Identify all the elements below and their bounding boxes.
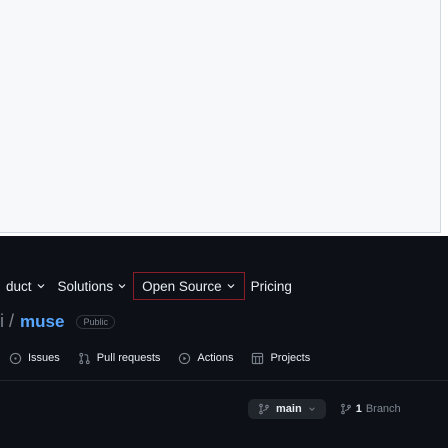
pull-request-icon <box>79 352 90 364</box>
tabs-divider <box>0 380 448 381</box>
branch-icon <box>340 403 351 415</box>
tab-actions-label: Actions <box>197 352 234 364</box>
tab-issues-label: Issues <box>28 352 60 364</box>
tab-pull-requests[interactable]: Pull requests <box>69 352 170 365</box>
actions-icon <box>179 352 191 364</box>
top-blank-panel <box>0 0 441 233</box>
repo-owner-separator: i / <box>0 311 15 331</box>
chevron-down-icon <box>308 407 315 411</box>
repo-name-link[interactable]: muse <box>20 312 64 332</box>
branch-count-value: 1 <box>355 403 362 415</box>
branch-bar: main 1 Branch <box>248 399 401 419</box>
branch-select-button[interactable]: main <box>248 399 326 419</box>
chevron-down-icon <box>118 284 126 289</box>
nav-pricing-label: Pricing <box>250 278 292 294</box>
top-blank-area <box>0 0 448 236</box>
header-nav: duct Solutions Open Source Pricing <box>0 272 298 300</box>
nav-product-label: duct <box>6 278 32 294</box>
repo-header: i / muse Public <box>0 311 115 332</box>
nav-solutions-label: Solutions <box>57 278 114 294</box>
branch-count-label: Branch <box>365 403 401 415</box>
nav-open-source-label: Open Source <box>142 278 222 294</box>
nav-solutions[interactable]: Solutions <box>52 279 134 294</box>
chevron-down-icon <box>227 284 235 289</box>
tab-projects-label: Projects <box>270 352 311 364</box>
nav-product[interactable]: duct <box>0 279 52 294</box>
issue-icon <box>9 352 22 364</box>
tab-projects[interactable]: Projects <box>242 352 319 365</box>
branch-icon <box>259 403 269 415</box>
visibility-badge: Public <box>76 314 115 329</box>
tab-pull-requests-label: Pull requests <box>96 352 161 364</box>
projects-icon <box>252 352 264 364</box>
chevron-down-icon <box>37 284 44 289</box>
tab-actions[interactable]: Actions <box>169 352 242 365</box>
repo-tabs: Issues Pull requests Actions Projects <box>0 344 448 372</box>
nav-open-source[interactable]: Open Source <box>133 272 245 300</box>
branch-count-link[interactable]: 1 Branch <box>340 403 401 415</box>
branch-name: main <box>276 403 302 415</box>
tab-issues[interactable]: Issues <box>0 352 69 365</box>
nav-pricing[interactable]: Pricing <box>245 279 298 294</box>
